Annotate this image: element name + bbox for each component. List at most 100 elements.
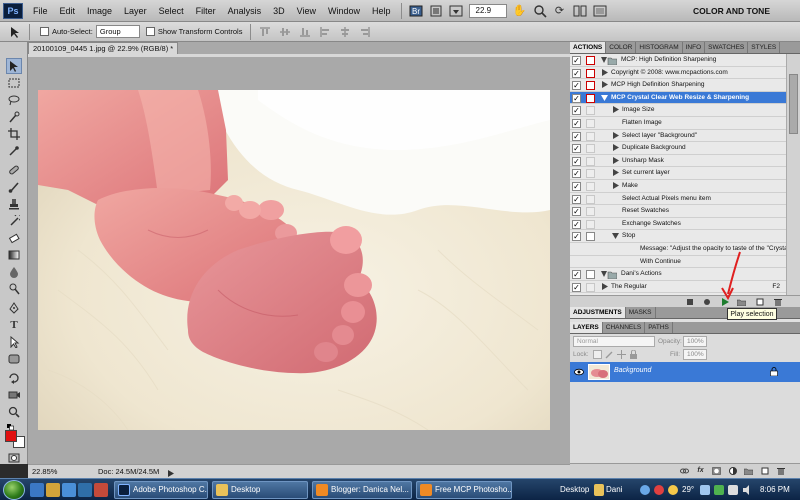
toggle-item-checkbox[interactable]: ✓: [572, 131, 581, 141]
quick-selection-tool-icon[interactable]: [6, 109, 22, 125]
record-icon[interactable]: [702, 298, 711, 306]
action-detail-row[interactable]: Message: "Adjust the opacity to taste of…: [570, 243, 786, 256]
tab-layers[interactable]: LAYERS: [570, 322, 603, 333]
tab-adjustments[interactable]: ADJUSTMENTS: [570, 307, 626, 318]
link-layers-icon[interactable]: [680, 467, 689, 475]
action-set-row[interactable]: ✓ MCP: High Definition Sharpening: [570, 54, 786, 67]
clock[interactable]: 8:06 PM: [760, 485, 790, 494]
lasso-tool-icon[interactable]: [6, 92, 22, 108]
toggle-item-checkbox[interactable]: ✓: [572, 119, 581, 128]
action-row[interactable]: ✓ The Regular F2: [570, 281, 786, 294]
tab-info[interactable]: INFO: [683, 42, 706, 53]
new-layer-icon[interactable]: [760, 467, 769, 475]
align-bottom-icon[interactable]: [298, 25, 312, 39]
quick-mask-icon[interactable]: [6, 452, 22, 464]
zoom-level-field[interactable]: 22.9: [468, 3, 507, 18]
zoom-tool-icon[interactable]: [6, 404, 22, 420]
rotate-view-icon[interactable]: ⟳: [553, 4, 567, 18]
toggle-item-checkbox[interactable]: ✓: [572, 182, 581, 191]
toggle-dialog-icon[interactable]: [586, 270, 595, 280]
toggle-dialog-icon[interactable]: [586, 194, 595, 204]
blend-mode-dropdown[interactable]: Normal: [573, 336, 655, 347]
toggle-dialog-icon[interactable]: [586, 232, 595, 242]
menu-select[interactable]: Select: [153, 0, 190, 22]
toggle-dialog-icon[interactable]: [586, 131, 595, 141]
brush-tool-icon[interactable]: [6, 179, 22, 195]
delete-action-icon[interactable]: [773, 298, 782, 306]
healing-brush-tool-icon[interactable]: [6, 162, 22, 178]
action-detail-row[interactable]: With Continue: [570, 256, 786, 269]
start-button[interactable]: [3, 480, 25, 500]
foreground-color-swatch[interactable]: [5, 430, 17, 442]
eyedropper-tool-icon[interactable]: [6, 143, 22, 159]
3d-rotate-tool-icon[interactable]: [6, 370, 22, 386]
taskbar-button-photoshop[interactable]: Adobe Photoshop C...: [114, 481, 208, 499]
show-transform-controls-checkbox[interactable]: [145, 27, 155, 36]
tab-color[interactable]: COLOR: [606, 42, 637, 53]
toggle-dialog-icon[interactable]: [586, 282, 595, 292]
clone-stamp-tool-icon[interactable]: [6, 196, 22, 212]
action-step-row[interactable]: ✓ Image Size: [570, 104, 786, 117]
toggle-dialog-icon[interactable]: [586, 68, 595, 78]
tab-swatches[interactable]: SWATCHES: [705, 42, 749, 53]
add-mask-icon[interactable]: [712, 467, 721, 475]
align-left-icon[interactable]: [318, 25, 332, 39]
toggle-item-checkbox[interactable]: ✓: [572, 219, 581, 229]
default-colors-icon[interactable]: [7, 423, 14, 431]
taskbar-button-mcp[interactable]: Free MCP Photosho...: [416, 481, 512, 499]
action-step-row[interactable]: ✓ Flatten Image: [570, 117, 786, 130]
new-group-icon[interactable]: [743, 467, 754, 476]
scrollbar-thumb[interactable]: [789, 74, 798, 134]
lock-all-icon[interactable]: [629, 349, 638, 359]
toggle-dialog-icon[interactable]: [586, 106, 595, 116]
tab-actions[interactable]: ACTIONS: [570, 42, 607, 53]
menu-filter[interactable]: Filter: [190, 0, 222, 22]
action-step-row[interactable]: ✓ Set current layer: [570, 167, 786, 180]
align-horizontal-centers-icon[interactable]: [338, 25, 352, 39]
menu-file[interactable]: File: [27, 0, 54, 22]
new-action-icon[interactable]: [755, 298, 764, 306]
status-zoom[interactable]: 22.85%: [32, 465, 57, 478]
stop-playing-icon[interactable]: [685, 298, 694, 306]
move-tool-icon[interactable]: [6, 58, 22, 74]
toggle-dialog-icon[interactable]: [586, 219, 595, 229]
taskbar-button-desktop[interactable]: Desktop: [212, 481, 308, 499]
action-row[interactable]: ✓ MCP Crystal Clear Web Resize & Sharpeni…: [570, 91, 786, 105]
tray-icon[interactable]: [654, 485, 664, 495]
menu-window[interactable]: Window: [322, 0, 366, 22]
toggle-dialog-icon[interactable]: [586, 56, 595, 65]
quick-launch-icon[interactable]: [46, 483, 60, 497]
bridge-icon[interactable]: Br: [409, 4, 423, 18]
history-brush-tool-icon[interactable]: [6, 213, 22, 229]
menu-analysis[interactable]: Analysis: [222, 0, 268, 22]
menu-view[interactable]: View: [291, 0, 322, 22]
tab-paths[interactable]: PATHS: [645, 322, 673, 333]
menu-image[interactable]: Image: [81, 0, 118, 22]
adjustment-layer-icon[interactable]: [728, 467, 737, 475]
toggle-dialog-icon[interactable]: [586, 81, 595, 91]
toggle-dialog-icon[interactable]: [586, 144, 595, 154]
tray-icon[interactable]: [640, 485, 650, 495]
lock-transparent-icon[interactable]: [593, 350, 602, 359]
fill-field[interactable]: 100%: [683, 349, 707, 360]
align-right-icon[interactable]: [358, 25, 372, 39]
toggle-item-checkbox[interactable]: ✓: [572, 156, 581, 166]
gradient-tool-icon[interactable]: [6, 247, 22, 263]
status-menu-arrow-icon[interactable]: [168, 468, 174, 477]
tab-styles[interactable]: STYLES: [748, 42, 781, 53]
tray-desktop-label[interactable]: Desktop: [560, 485, 589, 494]
toggle-item-checkbox[interactable]: ✓: [572, 169, 581, 179]
action-step-row[interactable]: ✓ Unsharp Mask: [570, 155, 786, 168]
workspace-switcher[interactable]: COLOR AND TONE: [685, 3, 796, 19]
layer-name[interactable]: Background: [614, 367, 651, 374]
tray-icon[interactable]: [714, 485, 724, 495]
toggle-item-checkbox[interactable]: ✓: [572, 81, 581, 91]
align-top-icon[interactable]: [258, 25, 272, 39]
dodge-tool-icon[interactable]: [6, 281, 22, 297]
action-row[interactable]: ✓ Copyright © 2008: www.mcpactions.com: [570, 67, 786, 80]
quick-launch-icon[interactable]: [30, 483, 44, 497]
canvas-image[interactable]: [38, 90, 550, 430]
arrange-documents-icon[interactable]: [573, 4, 587, 18]
toggle-dialog-icon[interactable]: [586, 156, 595, 166]
weather-icon[interactable]: [668, 485, 678, 495]
